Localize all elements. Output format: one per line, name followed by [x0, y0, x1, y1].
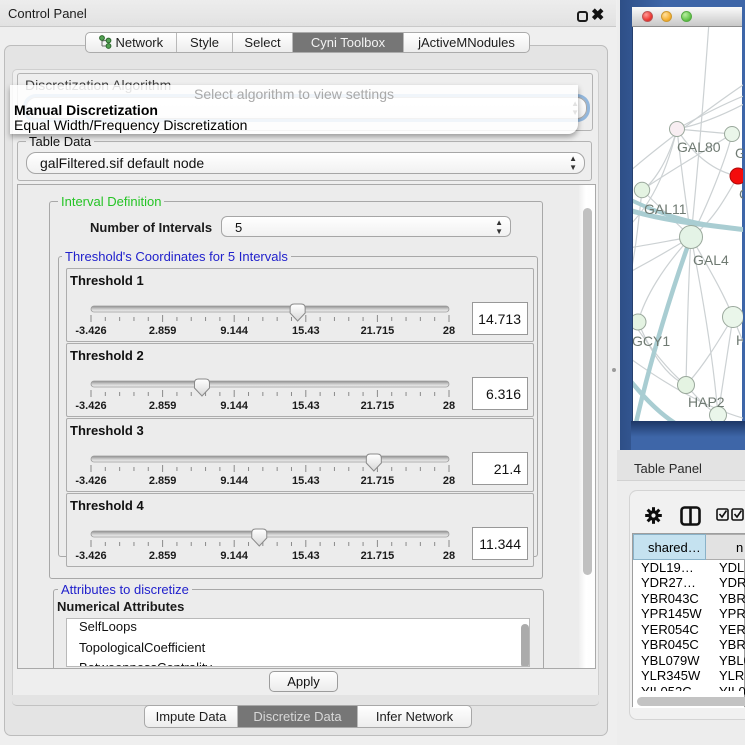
svg-text:GAL11: GAL11	[644, 201, 687, 217]
svg-text:-3.426: -3.426	[75, 550, 106, 562]
svg-text:-3.426: -3.426	[75, 325, 106, 337]
svg-text:28: 28	[443, 550, 455, 562]
svg-text:15.43: 15.43	[292, 325, 320, 337]
svg-text:2.859: 2.859	[149, 475, 177, 487]
svg-text:21.715: 21.715	[361, 550, 395, 562]
svg-text:21.715: 21.715	[361, 475, 395, 487]
svg-text:15.43: 15.43	[292, 400, 320, 412]
svg-text:2.859: 2.859	[149, 325, 177, 337]
svg-text:15.43: 15.43	[292, 550, 320, 562]
svg-text:28: 28	[443, 400, 455, 412]
svg-text:9.144: 9.144	[220, 325, 248, 337]
svg-text:2.859: 2.859	[149, 400, 177, 412]
svg-text:-3.426: -3.426	[75, 400, 106, 412]
svg-text:-3.426: -3.426	[75, 475, 106, 487]
svg-text:GCY1: GCY1	[633, 333, 670, 349]
svg-text:21.715: 21.715	[361, 400, 395, 412]
svg-text:21.715: 21.715	[361, 325, 395, 337]
svg-text:GAL4: GAL4	[693, 252, 729, 268]
svg-text:HAP2: HAP2	[688, 394, 725, 410]
svg-text:HIS: HIS	[736, 332, 743, 348]
svg-text:9.144: 9.144	[220, 475, 248, 487]
svg-text:9.144: 9.144	[220, 400, 248, 412]
svg-text:2.859: 2.859	[149, 550, 177, 562]
svg-text:GAL: GAL	[735, 145, 743, 161]
svg-text:28: 28	[443, 325, 455, 337]
svg-text:15.43: 15.43	[292, 475, 320, 487]
svg-text:28: 28	[443, 475, 455, 487]
svg-text:9.144: 9.144	[220, 550, 248, 562]
svg-text:CA: CA	[739, 186, 743, 202]
svg-text:GAL80: GAL80	[677, 139, 721, 155]
